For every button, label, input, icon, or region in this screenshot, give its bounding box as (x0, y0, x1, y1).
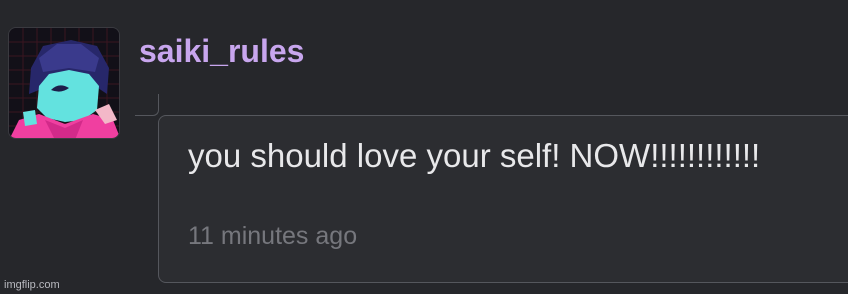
watermark: imgflip.com (4, 279, 60, 291)
bubble-tail (135, 94, 159, 116)
message-text: you should love your self! NOW!!!!!!!!!!… (188, 137, 761, 174)
pixel-character-avatar-icon (9, 28, 119, 138)
avatar[interactable] (8, 27, 120, 139)
username-link[interactable]: saiki_rules (139, 31, 304, 71)
timestamp: 11 minutes ago (188, 222, 358, 250)
